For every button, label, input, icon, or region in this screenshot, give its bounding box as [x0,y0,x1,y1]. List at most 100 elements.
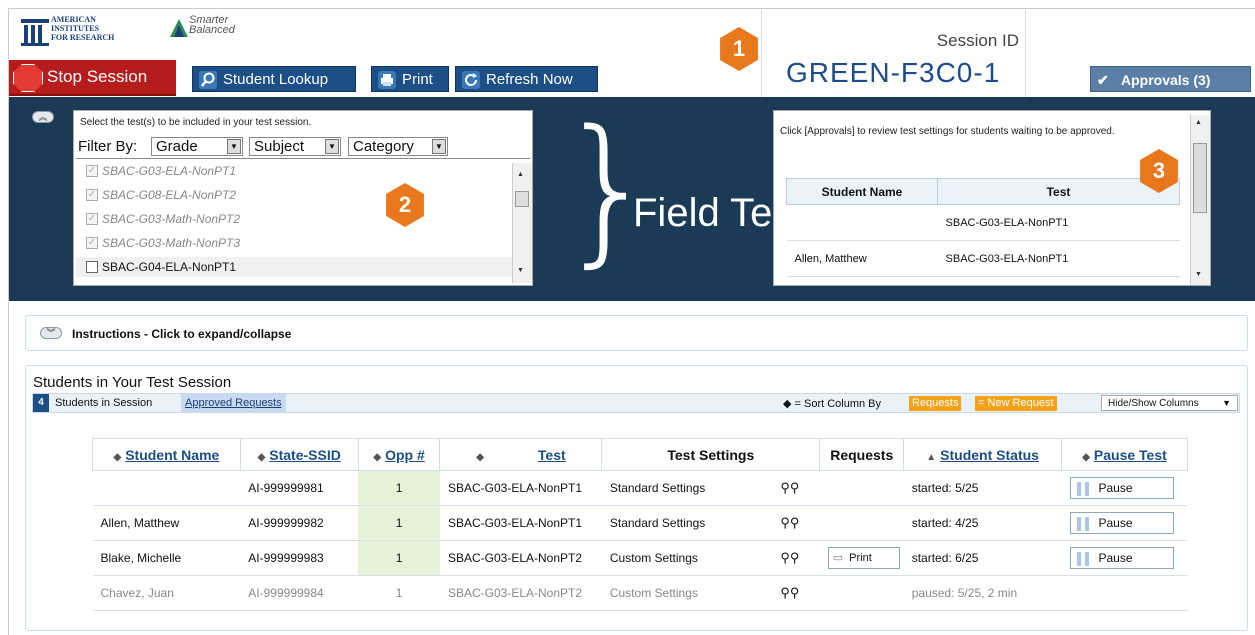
printer-icon: ▭ [832,552,844,564]
test-list-scrollbar[interactable]: ▲ ▼ [512,163,532,283]
test-selection-panel: Select the test(s) to be included in you… [73,110,533,286]
stop-session-button[interactable]: Stop Session [9,60,176,96]
scrollbar-thumb[interactable] [515,191,529,207]
session-id-value: GREEN-F3C0-1 [786,57,1001,88]
instructions-bar[interactable]: ︾ Instructions - Click to expand/collaps… [25,315,1248,351]
column-header-student-status[interactable]: ▲ Student Status [903,438,1062,471]
app-frame: AMERICAN INSTITUTES FOR RESEARCH Smarter… [8,8,1255,635]
test-settings-cell: Standard Settings ⚲⚲ [601,505,820,541]
chevron-down-icon: ▼ [227,139,241,154]
scroll-down-icon[interactable]: ▼ [517,267,524,274]
students-section-title: Students in Your Test Session [33,374,232,391]
requests-cell [819,505,904,541]
table-row: Blake, Michelle AI-999999983 1 SBAC-G03-… [92,540,1188,576]
column-header-opp[interactable]: ◆ Opp # [357,438,441,471]
pause-button[interactable]: Pause [1069,477,1174,499]
new-request-tag: = New Request [975,396,1057,411]
test-cell: SBAC-G03-ELA-NonPT1 [439,505,602,541]
print-button[interactable]: Print [371,66,449,92]
category-filter-select[interactable]: Category ▼ [348,137,448,156]
column-header-student-name[interactable]: ◆ Student Name [92,438,241,471]
subject-filter-select[interactable]: Subject ▼ [249,137,341,156]
binoculars-icon[interactable]: ⚲⚲ [780,550,800,566]
checkbox: ✓ [86,165,98,177]
student-lookup-button[interactable]: Student Lookup [192,66,356,92]
students-table: ◆ Student Name ◆ State-SSID ◆ Opp # ◆ Test T… [92,438,1188,611]
student-name-cell: Allen, Matthew [92,505,241,541]
table-row[interactable]: Allen, Matthew SBAC-G03-ELA-NonPT1 [786,240,1180,277]
binoculars-icon[interactable]: ⚲⚲ [780,515,800,531]
brace-graphic: } [557,95,659,282]
test-selection-instruction: Select the test(s) to be included in you… [80,117,312,128]
status-cell: started: 6/25 [903,540,1062,576]
scrollbar-thumb[interactable] [1193,143,1207,213]
test-cell: SBAC-G03-ELA-NonPT1 [439,470,602,506]
callout-badge-1: 1 [720,27,758,71]
sort-icon: ◆ [113,451,122,463]
student-count-badge: 4 [33,394,49,412]
status-cell: started: 5/25 [903,470,1062,506]
test-list-item: ✓ SBAC-G03-ELA-NonPT1 [86,164,237,178]
column-header-state-ssid[interactable]: ◆ State-SSID [239,438,359,471]
collapse-toggle-icon[interactable]: ︽ [32,111,54,123]
checkbox[interactable] [86,261,98,273]
print-request-button[interactable]: ▭ Print [827,547,900,569]
chevron-down-icon: ▼ [1222,398,1231,408]
students-toolbar: 4 Students in Session Approved Requests … [32,393,1240,413]
status-cell: started: 4/25 [903,505,1062,541]
table-row: Allen, Matthew AI-999999982 1 SBAC-G03-E… [92,505,1188,541]
column-header: Student Name [785,178,939,205]
ssid-cell: AI-999999984 [240,575,359,611]
students-section: Students in Your Test Session 4 Students… [25,365,1248,631]
hide-show-columns-select[interactable]: Hide/Show Columns ▼ [1101,395,1238,411]
test-cell: SBAC-G03-ELA-NonPT1 [937,204,1180,241]
scroll-up-icon[interactable]: ▲ [517,171,524,178]
table-row[interactable]: SBAC-G03-ELA-NonPT1 [786,204,1180,241]
session-id-box: Session ID GREEN-F3C0-1 [761,9,1026,97]
refresh-now-button[interactable]: Refresh Now [455,66,598,92]
table-header-row: ◆ Student Name ◆ State-SSID ◆ Opp # ◆ Test T… [92,438,1188,471]
test-cell: SBAC-G03-ELA-NonPT2 [439,540,602,576]
checkmark-icon: ✔ [1097,72,1109,88]
expand-collapse-icon[interactable]: ︾ [40,327,62,339]
binoculars-icon[interactable]: ⚲⚲ [780,480,800,496]
column-header-requests: Requests [819,438,905,471]
smarter-balanced-logo: Smarter Balanced [169,15,279,51]
session-id-label: Session ID [936,31,1019,50]
approved-requests-link[interactable]: Approved Requests [181,394,286,412]
pause-button[interactable]: Pause [1069,512,1174,534]
requests-cell [819,575,904,611]
pause-cell: Pause [1061,505,1188,541]
test-list-item: ✓ SBAC-G03-Math-NonPT3 [86,236,241,250]
sort-icon: ◆ [373,451,382,463]
pause-cell: Pause [1061,470,1188,506]
scroll-down-icon[interactable]: ▼ [1195,271,1202,278]
grade-filter-select[interactable]: Grade ▼ [151,137,243,156]
checkbox: ✓ [86,237,98,249]
approvals-table: Student Name Test SBAC-G03-ELA-NonPT1 Al… [785,178,1180,277]
approvals-panel: Click [Approvals] to review test setting… [773,110,1211,286]
opp-cell: 1 [358,470,440,506]
approvals-button[interactable]: ✔ Approvals (3) [1090,66,1251,92]
column-header-test[interactable]: ◆ Test [439,438,603,471]
sort-icon: ◆ [257,451,266,463]
pause-icon [1076,481,1089,496]
student-name-cell [786,204,938,241]
test-list-item: ✓ SBAC-G03-Math-NonPT2 [86,212,241,226]
checkbox: ✓ [86,213,98,225]
search-icon [199,71,217,89]
student-name-cell: Blake, Michelle [92,540,241,576]
opp-cell: 1 [358,505,440,541]
sort-icon: ◆ [1082,451,1090,463]
binoculars-icon[interactable]: ⚲⚲ [780,585,800,601]
scroll-up-icon[interactable]: ▲ [1195,119,1202,126]
approvals-scrollbar[interactable]: ▲ ▼ [1190,115,1210,285]
checkbox: ✓ [86,189,98,201]
student-name-cell: Chavez, Juan [92,575,241,611]
requests-cell: ▭ Print [819,540,904,576]
students-in-session-label: Students in Session [55,397,153,409]
ssid-cell: AI-999999981 [240,470,359,506]
test-list-item[interactable]: SBAC-G04-ELA-NonPT1 [76,257,512,277]
pause-button[interactable]: Pause [1069,547,1174,569]
column-header-pause-test[interactable]: ◆ Pause Test [1061,438,1188,471]
